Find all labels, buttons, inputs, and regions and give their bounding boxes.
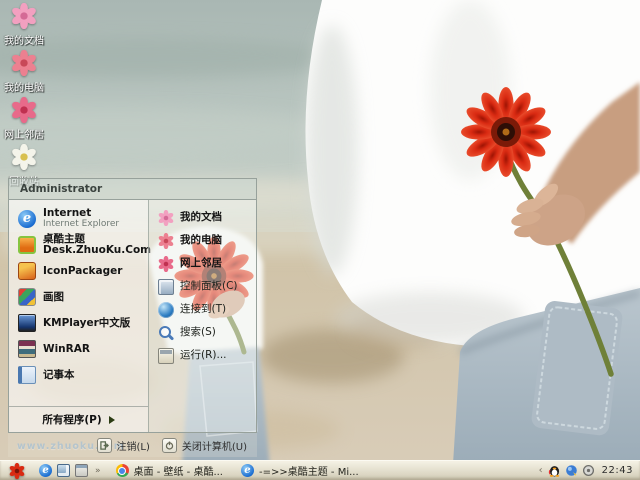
connect-globe-icon: [158, 302, 174, 318]
start-button[interactable]: [0, 461, 34, 480]
menu-item-label: 桌酷主题Desk.ZhuoKu.Com: [43, 234, 151, 256]
menu-item-label: 画图: [43, 292, 64, 303]
all-programs-arrow-icon: [109, 416, 115, 424]
all-programs-button[interactable]: 所有程序(P): [9, 406, 148, 432]
menu-item-internet[interactable]: e Internet Internet Explorer: [9, 206, 148, 232]
taskbar: e » 桌面 - 壁纸 - 桌酷... e -=>>桌酷主题 - Mi... ‹: [0, 460, 640, 480]
desktop-icon-my-documents[interactable]: 我的文档: [2, 3, 46, 48]
power-icon: [162, 438, 177, 453]
menu-item-zhuoku-theme[interactable]: 桌酷主题Desk.ZhuoKu.Com: [9, 232, 148, 258]
desktop-icon-label: 网上邻居: [4, 130, 44, 141]
quick-launch-bar: e »: [34, 464, 108, 477]
menu-item-label: 记事本: [43, 370, 75, 381]
menu-item-label: 我的文档: [180, 212, 222, 223]
show-desktop-icon[interactable]: [57, 464, 70, 477]
start-menu-places-list: 我的文档 我的电脑 网上邻居 控制面板(C) 连接到(T): [148, 200, 256, 432]
menu-item-winrar[interactable]: WinRAR: [9, 336, 148, 362]
tray-expand-chevron-icon[interactable]: ‹: [539, 465, 544, 476]
flower-icon: [158, 210, 174, 226]
menu-item-label: 控制面板(C): [180, 281, 238, 292]
menu-item-label: 连接到(T): [180, 304, 226, 315]
menu-item-label: 我的电脑: [180, 235, 222, 246]
menu-item-control-panel[interactable]: 控制面板(C): [149, 275, 256, 298]
zhuoku-theme-icon: [18, 236, 36, 254]
search-icon: [158, 325, 174, 341]
desktop-icon-label: 我的文档: [4, 36, 44, 47]
flower-icon: [11, 3, 37, 29]
menu-item-search[interactable]: 搜索(S): [149, 321, 256, 344]
desktop-icon-label: 我的电脑: [4, 83, 44, 94]
system-tray: ‹ 22:43: [532, 464, 640, 477]
desktop-icon-network-places[interactable]: 网上邻居: [2, 97, 46, 142]
messenger-tray-icon[interactable]: [565, 464, 578, 477]
notepad-icon: [18, 366, 36, 384]
menu-item-connect-to[interactable]: 连接到(T): [149, 298, 256, 321]
flower-icon: [11, 50, 37, 76]
menu-item-sublabel: Internet Explorer: [43, 219, 119, 230]
log-off-icon: [97, 438, 112, 453]
window-switcher-icon[interactable]: [75, 464, 88, 477]
log-off-label: 注销(L): [117, 438, 150, 453]
iconpackager-icon: [18, 262, 36, 280]
taskbar-clock[interactable]: 22:43: [602, 465, 633, 476]
internet-explorer-icon[interactable]: e: [39, 464, 52, 477]
turn-off-computer-button[interactable]: 关闭计算机(U): [162, 438, 247, 453]
menu-item-label: 运行(R)...: [180, 350, 227, 361]
menu-item-my-computer[interactable]: 我的电脑: [149, 229, 256, 252]
qq-tray-icon[interactable]: [548, 464, 561, 477]
menu-item-label: Internet: [43, 208, 119, 219]
desktop: 我的文档 我的电脑 网上邻居 回收站 www.zhuoku.com Admini…: [0, 0, 640, 480]
menu-item-label: IconPackager: [43, 266, 122, 277]
flower-icon: [158, 233, 174, 249]
menu-item-kmplayer[interactable]: KMPlayer中文版: [9, 310, 148, 336]
menu-item-notepad[interactable]: 记事本: [9, 362, 148, 388]
menu-item-label: KMPlayer中文版: [43, 318, 130, 329]
start-flower-icon: [9, 463, 25, 479]
menu-item-label: 网上邻居: [180, 258, 222, 269]
task-button-browser-wallpaper[interactable]: 桌面 - 壁纸 - 桌酷...: [116, 463, 223, 478]
menu-item-label: 搜索(S): [180, 327, 216, 338]
flower-icon: [11, 97, 37, 123]
task-button-label: 桌面 - 壁纸 - 桌酷...: [134, 463, 223, 478]
start-menu-footer: 注销(L) 关闭计算机(U): [8, 433, 257, 457]
kmplayer-icon: [18, 314, 36, 332]
menu-item-my-documents[interactable]: 我的文档: [149, 206, 256, 229]
internet-explorer-icon: e: [18, 210, 36, 228]
paint-icon: [18, 288, 36, 306]
menu-item-iconpackager[interactable]: IconPackager: [9, 258, 148, 284]
task-buttons: 桌面 - 壁纸 - 桌酷... e -=>>桌酷主题 - Mi...: [116, 463, 532, 478]
winrar-icon: [18, 340, 36, 358]
all-programs-label: 所有程序(P): [42, 412, 101, 427]
task-button-label: -=>>桌酷主题 - Mi...: [259, 463, 359, 478]
menu-item-network-places[interactable]: 网上邻居: [149, 252, 256, 275]
task-button-ie-zhuoku-theme[interactable]: e -=>>桌酷主题 - Mi...: [241, 463, 359, 478]
desktop-icon-my-computer[interactable]: 我的电脑: [2, 50, 46, 95]
menu-item-run[interactable]: 运行(R)...: [149, 344, 256, 367]
start-menu: Administrator e Internet Internet Explor…: [8, 178, 257, 457]
flower-icon: [11, 144, 37, 170]
start-menu-user-banner: Administrator: [8, 178, 257, 199]
control-panel-icon: [158, 279, 174, 295]
utility-tray-icon[interactable]: [582, 464, 595, 477]
chrome-icon: [116, 464, 129, 477]
user-name: Administrator: [20, 183, 102, 195]
internet-explorer-icon: e: [241, 464, 254, 477]
menu-item-paint[interactable]: 画图: [9, 284, 148, 310]
turn-off-label: 关闭计算机(U): [182, 438, 247, 453]
quick-launch-overflow-chevron[interactable]: »: [93, 466, 103, 476]
log-off-button[interactable]: 注销(L): [97, 438, 150, 453]
menu-item-label: WinRAR: [43, 344, 90, 355]
run-icon: [158, 348, 174, 364]
start-menu-pinned-list: e Internet Internet Explorer 桌酷主题Desk.Zh…: [9, 200, 148, 432]
flower-icon: [158, 256, 174, 272]
